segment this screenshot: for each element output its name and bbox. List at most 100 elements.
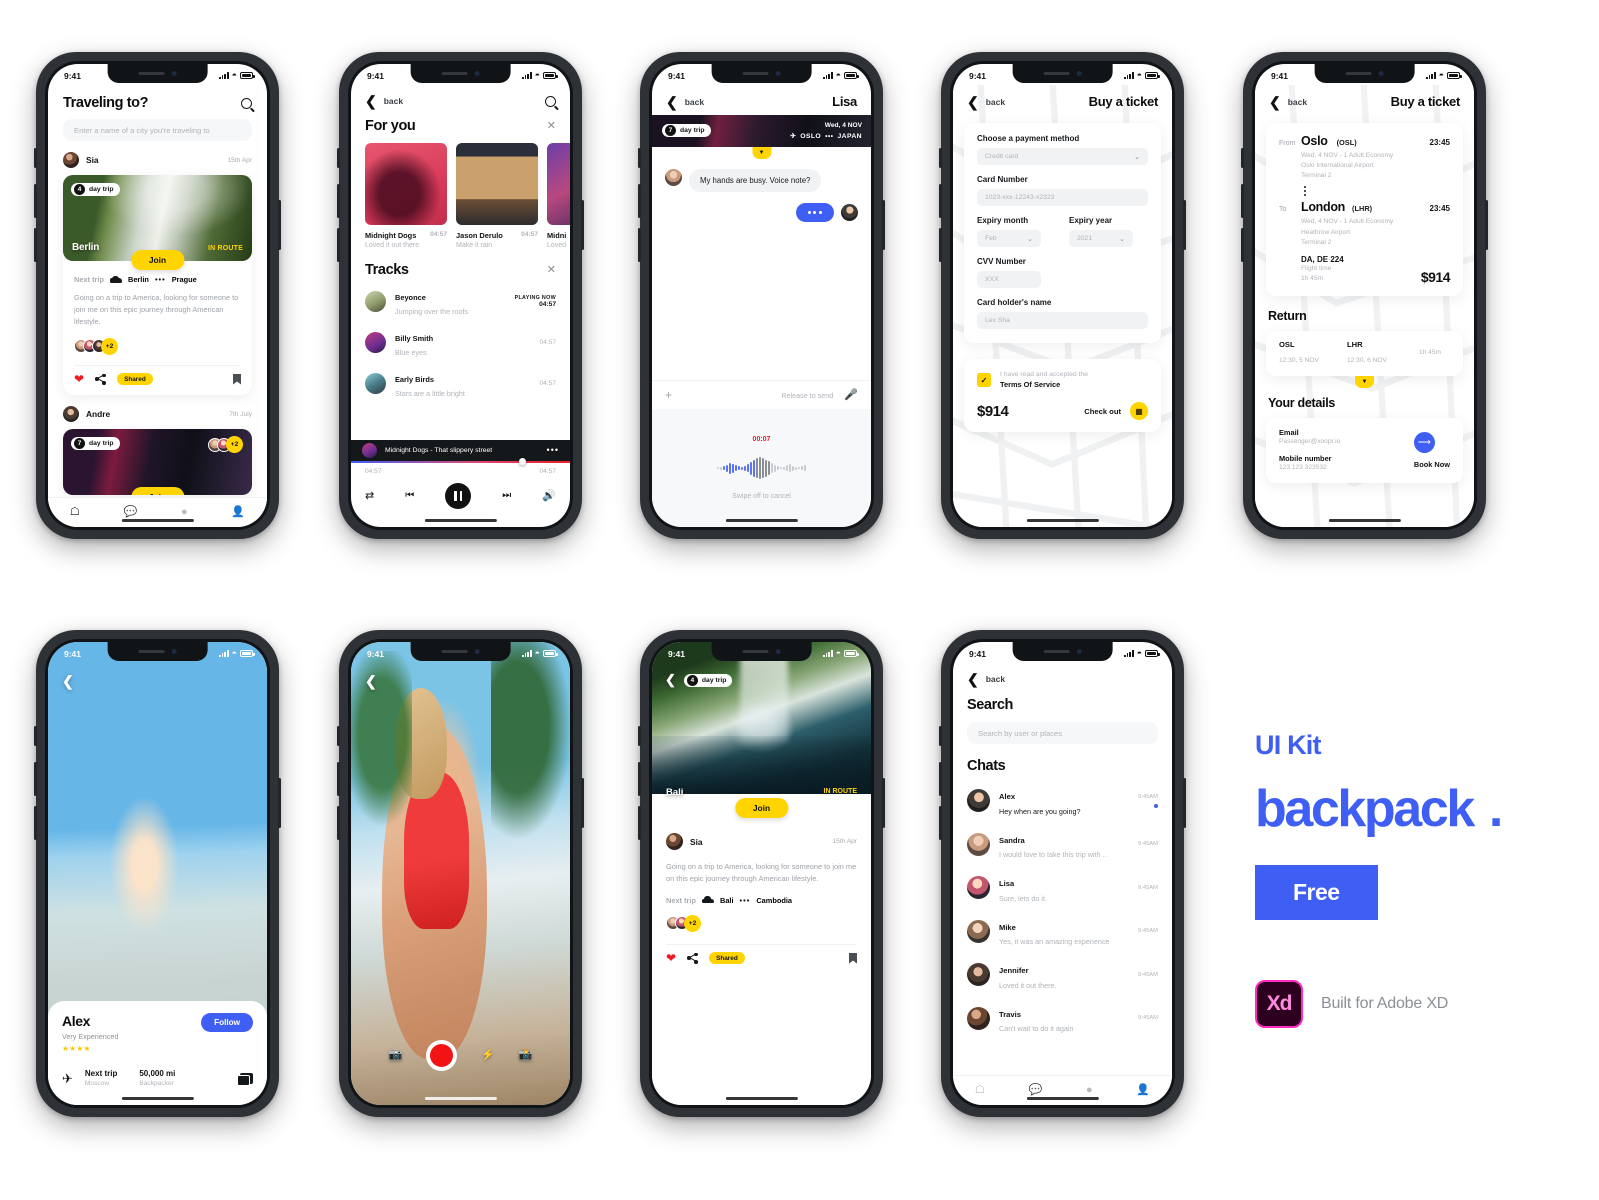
chat-list-item[interactable]: Alex Hey when are you going? 9:45AM [953, 779, 1172, 823]
expiry-month-select[interactable]: Feb ⌄ [977, 230, 1041, 247]
checkout-label[interactable]: Check out [1084, 407, 1121, 416]
participants[interactable]: +2 [666, 914, 857, 932]
chevron-down-icon[interactable]: ▼ [752, 147, 771, 159]
shuffle-icon[interactable]: ⇄ [365, 490, 374, 502]
terms-of-service-link[interactable]: Terms Of Service [1000, 380, 1088, 389]
chat-list-item[interactable]: Mike Yes, it was an amazing experience 9… [953, 910, 1172, 954]
back-icon[interactable]: ❮ [62, 673, 74, 690]
back-icon[interactable]: ❮ [665, 672, 676, 688]
camera-switch-icon[interactable]: 📸 [519, 1050, 533, 1061]
tab-chat[interactable]: 💬 [1029, 1085, 1043, 1096]
tab-home[interactable]: ☖ [975, 1085, 985, 1096]
book-now-button[interactable]: Book Now [1414, 460, 1450, 469]
day-trip-chip: 4 day trip [71, 183, 120, 196]
album-card[interactable]: 04:57 Jason Derulo Make it rain [456, 143, 538, 249]
join-button[interactable]: Join [130, 250, 185, 270]
participants[interactable]: +2 [74, 337, 241, 355]
album-carousel[interactable]: 04:57 Midnight Dogs Loved it out there. … [351, 143, 570, 249]
tab-profile[interactable]: 👤 [1136, 1085, 1150, 1096]
gallery-icon[interactable]: 📷 [388, 1050, 402, 1061]
ui-kit-label: UI Kit [1255, 730, 1322, 760]
pause-icon[interactable] [445, 483, 472, 509]
album-card[interactable]: 04:5 Midni Loved [547, 143, 570, 249]
track-row[interactable]: Early Birds Stars are a little bright 04… [351, 363, 570, 404]
tab-chat[interactable]: 💬 [124, 507, 138, 518]
close-icon[interactable]: ✕ [547, 264, 556, 276]
back-icon[interactable]: ❮ [967, 95, 979, 109]
terms-row[interactable]: ✓ I have read and accepted the Terms Of … [977, 371, 1148, 389]
volume-icon[interactable]: 🔊 [542, 490, 556, 502]
tab-profile[interactable]: 👤 [231, 507, 245, 518]
back-label[interactable]: back [986, 674, 1005, 684]
wifi-icon: ◓ [1136, 648, 1142, 658]
gallery-icon[interactable] [237, 1072, 253, 1086]
email-value[interactable]: Passenger@xoopr.io [1279, 437, 1414, 447]
trip-separator: ••• [739, 895, 751, 905]
checkmark-icon[interactable]: ✓ [977, 373, 991, 387]
now-playing-bar[interactable]: Midnight Dogs - That slippery street ••• [351, 439, 570, 461]
previous-icon[interactable]: ⏮ [405, 491, 414, 501]
back-icon[interactable]: ❮ [1269, 95, 1281, 109]
chat-list-item[interactable]: Jennifer Loved it out there. 9:45AM [953, 953, 1172, 997]
album-art [365, 143, 447, 225]
like-icon[interactable]: ❤ [666, 952, 676, 964]
track-duration: 04:57 [539, 339, 556, 346]
trip-banner[interactable]: 7 day trip Wed, 4 NOV ✈ OSLO ••• JAPAN [652, 115, 871, 147]
search-input[interactable]: Search by user or places [967, 722, 1158, 744]
arrow-right-icon[interactable]: ⟶ [1413, 431, 1435, 453]
flash-icon[interactable]: ⚡ [481, 1050, 495, 1061]
like-icon[interactable]: ❤ [74, 373, 84, 385]
album-card[interactable]: 04:57 Midnight Dogs Loved it out there. [365, 143, 447, 249]
join-button[interactable]: Join [734, 798, 789, 818]
feed-post[interactable]: Andre 7th July 7 day trip +2 [48, 395, 267, 496]
post-description: Going on a trip to America, looking for … [74, 293, 239, 326]
chat-list-item[interactable]: Travis Can't wait to do it again 9:45AM [953, 997, 1172, 1041]
back-icon[interactable]: ❮ [365, 94, 377, 108]
participants[interactable]: +2 [208, 436, 243, 454]
back-icon[interactable]: ❮ [365, 673, 377, 690]
join-button[interactable]: Join [130, 487, 185, 496]
follow-button[interactable]: Follow [201, 1013, 253, 1032]
cardholder-name-input[interactable]: Lex Sha [977, 312, 1148, 329]
record-button[interactable] [426, 1040, 458, 1071]
bookmark-icon[interactable] [233, 373, 241, 385]
microphone-icon[interactable]: 🎤 [844, 389, 858, 401]
back-label[interactable]: back [384, 96, 403, 106]
search-input[interactable]: Enter a name of a city you're traveling … [63, 119, 252, 141]
tab-location[interactable]: ● [1086, 1085, 1093, 1096]
search-icon[interactable] [241, 97, 252, 109]
bookmark-icon[interactable] [849, 952, 857, 964]
cvv-input[interactable]: XXX [977, 271, 1041, 288]
track-row[interactable]: Beyonce Jumping over the roofs PLAYING N… [351, 281, 570, 322]
next-icon[interactable]: ⏭ [502, 491, 511, 501]
payment-method-select[interactable]: Credit card ⌄ [977, 148, 1148, 165]
card-icon[interactable]: ▦ [1130, 402, 1148, 420]
plus-icon[interactable]: + [665, 389, 672, 401]
share-icon[interactable] [95, 373, 107, 385]
expiry-year-select[interactable]: 2021 ⌄ [1069, 230, 1133, 247]
chat-list-item[interactable]: Lisa Sure, lets do it. 9:45AM [953, 866, 1172, 910]
search-icon[interactable] [545, 95, 556, 107]
free-badge[interactable]: Free [1255, 865, 1378, 920]
feed-post[interactable]: Sia 15th Apr 4 day trip Berlin IN ROUTE [48, 141, 267, 396]
mobile-value[interactable]: 123 123 323532 [1279, 463, 1414, 473]
close-icon[interactable]: ✕ [547, 120, 556, 132]
card-number-input[interactable]: 1023-xxx-12243-x2323 [977, 189, 1148, 206]
back-label[interactable]: back [986, 97, 1005, 107]
chevron-down-icon[interactable]: ▼ [1355, 375, 1374, 388]
progress-bar[interactable] [351, 458, 570, 466]
tab-home[interactable]: ☖ [70, 507, 80, 518]
signal-icon [522, 72, 532, 79]
trip-destination: Cambodia [756, 895, 793, 905]
back-label[interactable]: back [1288, 97, 1307, 107]
tab-location[interactable]: ● [181, 507, 188, 518]
back-label[interactable]: back [685, 97, 704, 107]
track-row[interactable]: Billy Smith Blue eyes 04:57 [351, 322, 570, 363]
share-icon[interactable] [687, 952, 699, 964]
back-icon[interactable]: ❮ [666, 95, 678, 109]
day-count: 4 [686, 674, 698, 686]
more-dots-icon[interactable]: ••• [547, 445, 559, 455]
chat-list-item[interactable]: Sandra I would love to take this trip wi… [953, 823, 1172, 867]
back-icon[interactable]: ❮ [967, 672, 979, 686]
message-input-bar[interactable]: + Release to send 🎤 [652, 380, 871, 409]
